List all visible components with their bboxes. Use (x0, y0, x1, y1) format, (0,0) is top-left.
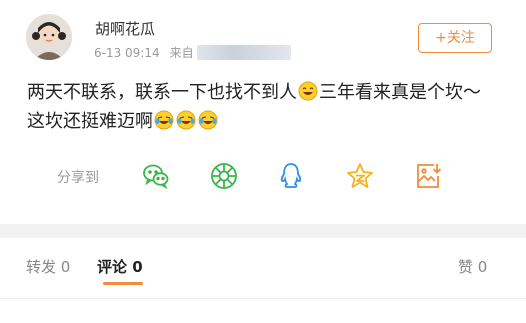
laugh-cry-emoji-icon (198, 110, 218, 130)
moments-icon[interactable] (209, 161, 239, 191)
source-blurred (196, 45, 291, 60)
post-meta: 6-13 09:14 来自 (94, 44, 291, 61)
smile-emoji-icon (298, 81, 318, 101)
tab-comment[interactable]: 评论 0 (97, 256, 143, 277)
tab-like[interactable]: 赞 0 (458, 256, 487, 277)
interaction-tabs: 转发 0 评论 0 赞 0 (0, 238, 526, 298)
tabs-bottom-border (0, 298, 526, 299)
wechat-icon[interactable] (141, 161, 171, 191)
avatar[interactable] (26, 14, 72, 60)
share-bar: 分享到 (0, 158, 526, 194)
laugh-cry-emoji-icon (154, 110, 174, 130)
post-date: 6-13 09:14 (94, 45, 160, 60)
tab-repost[interactable]: 转发 0 (26, 256, 70, 277)
save-image-icon[interactable] (413, 161, 443, 191)
laugh-cry-emoji-icon (176, 110, 196, 130)
post-text-part1: 两天不联系，联系一下也找不到人 (27, 82, 297, 103)
section-divider (0, 224, 526, 238)
post-text: 两天不联系，联系一下也找不到人 三年看来真是个坎～这坎还挺难迈啊 (27, 78, 497, 136)
share-label: 分享到 (57, 170, 99, 186)
active-tab-indicator (103, 282, 143, 285)
follow-button[interactable]: +关注 (418, 23, 492, 53)
username[interactable]: 胡啊花瓜 (95, 18, 155, 39)
qq-icon[interactable] (276, 161, 306, 191)
qzone-icon[interactable] (345, 161, 375, 191)
source-label: 来自 (169, 46, 194, 60)
